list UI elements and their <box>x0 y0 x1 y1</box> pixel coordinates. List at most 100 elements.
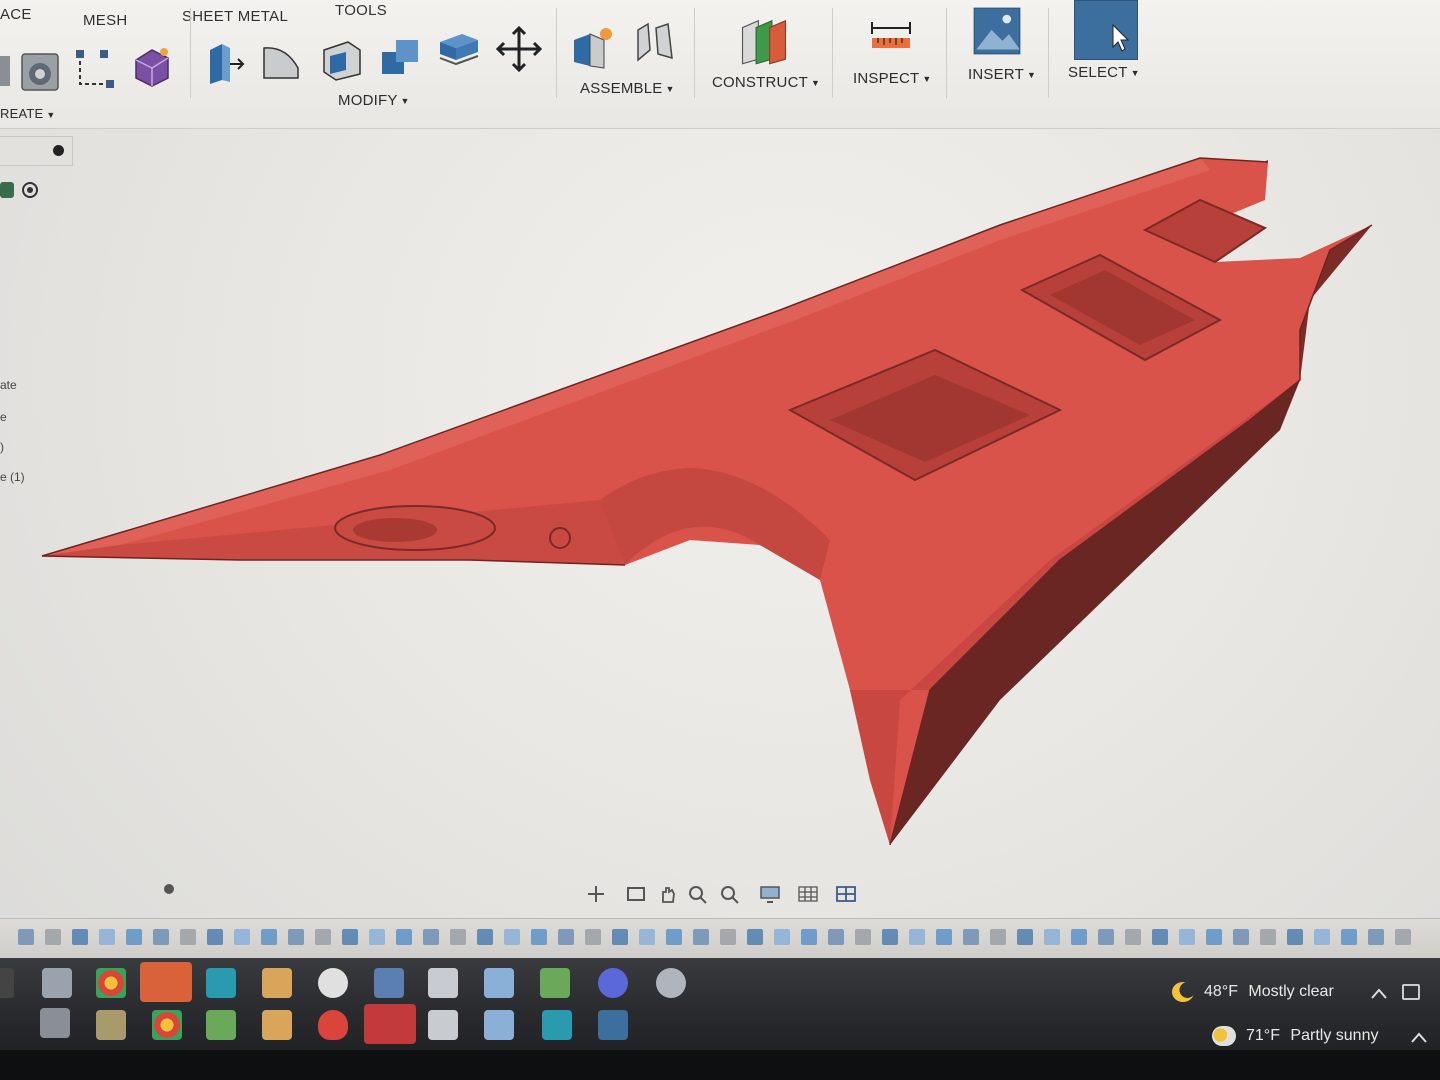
store-icon[interactable] <box>42 968 72 998</box>
display-settings-icon[interactable] <box>759 884 781 904</box>
timeline-feature-icon[interactable] <box>720 929 736 945</box>
timeline-feature-icon[interactable] <box>315 929 331 945</box>
fusion-icon[interactable] <box>262 1010 292 1040</box>
timeline-feature-icon[interactable] <box>909 929 925 945</box>
timeline-feature-icon[interactable] <box>126 929 142 945</box>
move-copy-icon[interactable] <box>495 25 543 73</box>
timeline-feature-icon[interactable] <box>45 929 61 945</box>
tab-sheet-metal[interactable]: SHEET METAL <box>182 8 288 25</box>
look-at-icon[interactable] <box>625 884 647 904</box>
new-component-icon[interactable] <box>570 24 616 70</box>
discord-icon[interactable] <box>598 968 628 998</box>
tab-surface[interactable]: ACE <box>0 6 32 23</box>
printer-icon[interactable] <box>40 1008 70 1038</box>
timeline-feature-icon[interactable] <box>477 929 493 945</box>
timeline-feature-icon[interactable] <box>1044 929 1060 945</box>
image-app-icon[interactable] <box>206 1010 236 1040</box>
timeline-feature-icon[interactable] <box>504 929 520 945</box>
timeline-feature-icon[interactable] <box>882 929 898 945</box>
timeline-feature-icon[interactable] <box>234 929 250 945</box>
sketch-dimension-icon[interactable] <box>72 46 118 92</box>
zoom-icon[interactable] <box>687 884 709 904</box>
image-app-icon[interactable] <box>540 968 570 998</box>
timeline-feature-icon[interactable] <box>936 929 952 945</box>
measure-icon[interactable] <box>868 14 914 60</box>
timeline-feature-icon[interactable] <box>1368 929 1384 945</box>
fillet-icon[interactable] <box>258 38 304 84</box>
timeline-feature-icon[interactable] <box>207 929 223 945</box>
timeline-feature-icon[interactable] <box>99 929 115 945</box>
viewports-icon[interactable] <box>835 884 857 904</box>
timeline-feature-icon[interactable] <box>531 929 547 945</box>
timeline-feature-icon[interactable] <box>369 929 385 945</box>
timeline-feature-icon[interactable] <box>801 929 817 945</box>
timeline-feature-icon[interactable] <box>1071 929 1087 945</box>
drive-icon[interactable] <box>484 1010 514 1040</box>
timeline-feature-icon[interactable] <box>180 929 196 945</box>
timeline-feature-icon[interactable] <box>1125 929 1141 945</box>
timeline-feature-icon[interactable] <box>1341 929 1357 945</box>
weather-widget[interactable]: 48°F Mostly clear <box>1172 982 1334 1002</box>
timeline-feature-icon[interactable] <box>1017 929 1033 945</box>
timeline-feature-icon[interactable] <box>612 929 628 945</box>
timeline-feature-icon[interactable] <box>1152 929 1168 945</box>
timeline-feature-icon[interactable] <box>423 929 439 945</box>
form-icon[interactable] <box>128 44 174 90</box>
timeline-feature-icon[interactable] <box>585 929 601 945</box>
press-pull-icon[interactable] <box>200 40 246 86</box>
timeline-feature-icon[interactable] <box>855 929 871 945</box>
timeline-feature-icon[interactable] <box>18 929 34 945</box>
timeline-feature-icon[interactable] <box>693 929 709 945</box>
select-menu[interactable]: SELECT ▼ <box>1068 64 1140 81</box>
orbit-icon[interactable] <box>585 884 607 904</box>
cricut-icon[interactable] <box>542 1010 572 1040</box>
timeline-feature-icon[interactable] <box>747 929 763 945</box>
timeline-feature-icon[interactable] <box>261 929 277 945</box>
timeline-feature-icon[interactable] <box>1260 929 1276 945</box>
timeline-feature-icon[interactable] <box>288 929 304 945</box>
timeline-feature-icon[interactable] <box>396 929 412 945</box>
timeline-feature-icon[interactable] <box>342 929 358 945</box>
app-active-icon[interactable] <box>140 962 192 1002</box>
fusion-icon[interactable] <box>262 968 292 998</box>
zoom-window-icon[interactable] <box>719 884 741 904</box>
timeline-feature-icon[interactable] <box>774 929 790 945</box>
app-bird-icon[interactable] <box>656 968 686 998</box>
tray-icon[interactable] <box>1402 984 1420 1000</box>
timeline-feature-icon[interactable] <box>1314 929 1330 945</box>
photos-icon[interactable] <box>598 1010 628 1040</box>
timeline-feature-icon[interactable] <box>828 929 844 945</box>
file-icon[interactable] <box>374 968 404 998</box>
chrome-icon[interactable] <box>96 968 126 998</box>
timeline-feature-icon[interactable] <box>558 929 574 945</box>
replace-face-icon[interactable] <box>436 28 482 74</box>
timeline-feature-icon[interactable] <box>963 929 979 945</box>
chevron-up-icon[interactable] <box>1370 986 1388 1000</box>
timeline-feature-icon[interactable] <box>450 929 466 945</box>
joint-icon[interactable] <box>632 20 678 66</box>
select-button[interactable] <box>1074 0 1138 60</box>
combine-icon[interactable] <box>378 34 424 80</box>
app-circle-icon[interactable] <box>318 968 348 998</box>
tab-tools[interactable]: TOOLS <box>335 2 387 19</box>
drive-icon[interactable] <box>484 968 514 998</box>
brave-icon[interactable] <box>318 1010 348 1040</box>
insert-menu[interactable]: INSERT ▼ <box>968 66 1036 83</box>
folder-icon[interactable] <box>428 968 458 998</box>
offset-plane-icon[interactable] <box>738 14 790 66</box>
timeline-feature-icon[interactable] <box>1206 929 1222 945</box>
inspect-menu[interactable]: INSPECT ▼ <box>853 70 932 87</box>
weather-widget[interactable]: 71°F Partly sunny <box>1212 1026 1378 1046</box>
timeline-feature-icon[interactable] <box>72 929 88 945</box>
cricut-icon[interactable] <box>206 968 236 998</box>
folder-icon[interactable] <box>428 1010 458 1040</box>
start-icon[interactable] <box>0 968 14 998</box>
assemble-menu[interactable]: ASSEMBLE ▼ <box>580 80 675 97</box>
timeline-feature-icon[interactable] <box>666 929 682 945</box>
timeline-feature-icon[interactable] <box>1233 929 1249 945</box>
tab-mesh[interactable]: MESH <box>83 12 128 29</box>
explorer-icon[interactable] <box>96 1010 126 1040</box>
create-partial-icon[interactable] <box>0 48 12 94</box>
shell-icon[interactable] <box>318 36 364 82</box>
coil-icon[interactable] <box>18 48 64 94</box>
